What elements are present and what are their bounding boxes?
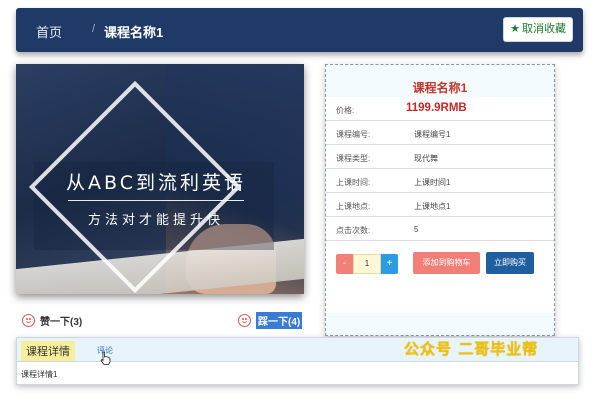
smile-icon bbox=[238, 313, 251, 327]
hand-pointer-icon bbox=[100, 351, 111, 365]
buy-now-button[interactable]: 立即购买 bbox=[486, 252, 534, 274]
tab-course-detail[interactable]: 课程详情 bbox=[21, 341, 75, 361]
info-row-value: 上课地点1 bbox=[414, 202, 451, 211]
top-navbar: 首页 / 课程名称1 ★ 取消收藏 bbox=[16, 8, 583, 52]
info-row-value: 上课时间1 bbox=[414, 178, 451, 187]
price-row: 价格: 1199.9RMB bbox=[326, 97, 554, 121]
info-row-label: 上课时间: bbox=[336, 178, 371, 187]
dislike-button[interactable]: 踩一下(4) bbox=[238, 311, 303, 329]
info-row: 课程类型: 现代舞 bbox=[326, 145, 554, 169]
info-row-label: 课程编号: bbox=[336, 130, 371, 139]
banner-title: 从ABC到流利英语 bbox=[66, 172, 246, 194]
tab-content: 课程详情1 bbox=[21, 370, 58, 379]
info-row-label: 上课地点: bbox=[336, 202, 371, 211]
info-row-value: 课程编号1 bbox=[414, 130, 451, 139]
watermark-text: 公众号 二哥毕业帮 bbox=[404, 340, 539, 358]
quantity-input[interactable]: 1 bbox=[353, 254, 381, 274]
breadcrumb-separator: / bbox=[92, 23, 96, 35]
add-to-cart-button[interactable]: 添加到购物车 bbox=[413, 252, 480, 274]
breadcrumb-home[interactable]: 首页 bbox=[36, 22, 62, 41]
price-value: 1199.9RMB bbox=[406, 102, 467, 114]
info-row-value: 5 bbox=[414, 225, 419, 234]
like-button[interactable]: 赞一下(3) bbox=[22, 312, 82, 328]
course-name: 课程名称1 bbox=[412, 81, 468, 95]
info-row-value: 现代舞 bbox=[414, 154, 438, 163]
quantity-increment-button[interactable]: + bbox=[381, 254, 398, 274]
star-icon: ★ bbox=[510, 23, 520, 35]
banner-divider bbox=[68, 200, 244, 201]
course-info-card: 课程名称1 价格: 1199.9RMB 课程编号: 课程编号1 课程类型: 现代… bbox=[325, 64, 555, 336]
breadcrumb-current: 课程名称1 bbox=[104, 25, 164, 40]
info-row: 上课地点: 上课地点1 bbox=[326, 193, 554, 217]
info-row: 课程编号: 课程编号1 bbox=[326, 121, 554, 145]
smile-icon bbox=[22, 313, 35, 327]
unfavorite-label: 取消收藏 bbox=[522, 23, 566, 35]
dislike-label: 踩一下(4) bbox=[256, 311, 303, 329]
like-label: 赞一下(3) bbox=[40, 316, 83, 328]
price-label: 价格: bbox=[336, 106, 355, 115]
info-row-label: 点击次数: bbox=[336, 226, 371, 235]
unfavorite-button[interactable]: ★ 取消收藏 bbox=[503, 17, 573, 42]
info-row: 点击次数: 5 bbox=[326, 217, 554, 241]
info-row-label: 课程类型: bbox=[336, 154, 371, 163]
quantity-decrement-button[interactable]: - bbox=[336, 254, 353, 274]
course-info-table: 价格: 1199.9RMB 课程编号: 课程编号1 课程类型: 现代舞 上课时间… bbox=[326, 97, 554, 313]
banner-subtitle: 方法对才能提升快 bbox=[87, 213, 224, 228]
course-image: 从ABC到流利英语 方法对才能提升快 bbox=[16, 64, 304, 294]
info-row: 上课时间: 上课时间1 bbox=[326, 169, 554, 193]
